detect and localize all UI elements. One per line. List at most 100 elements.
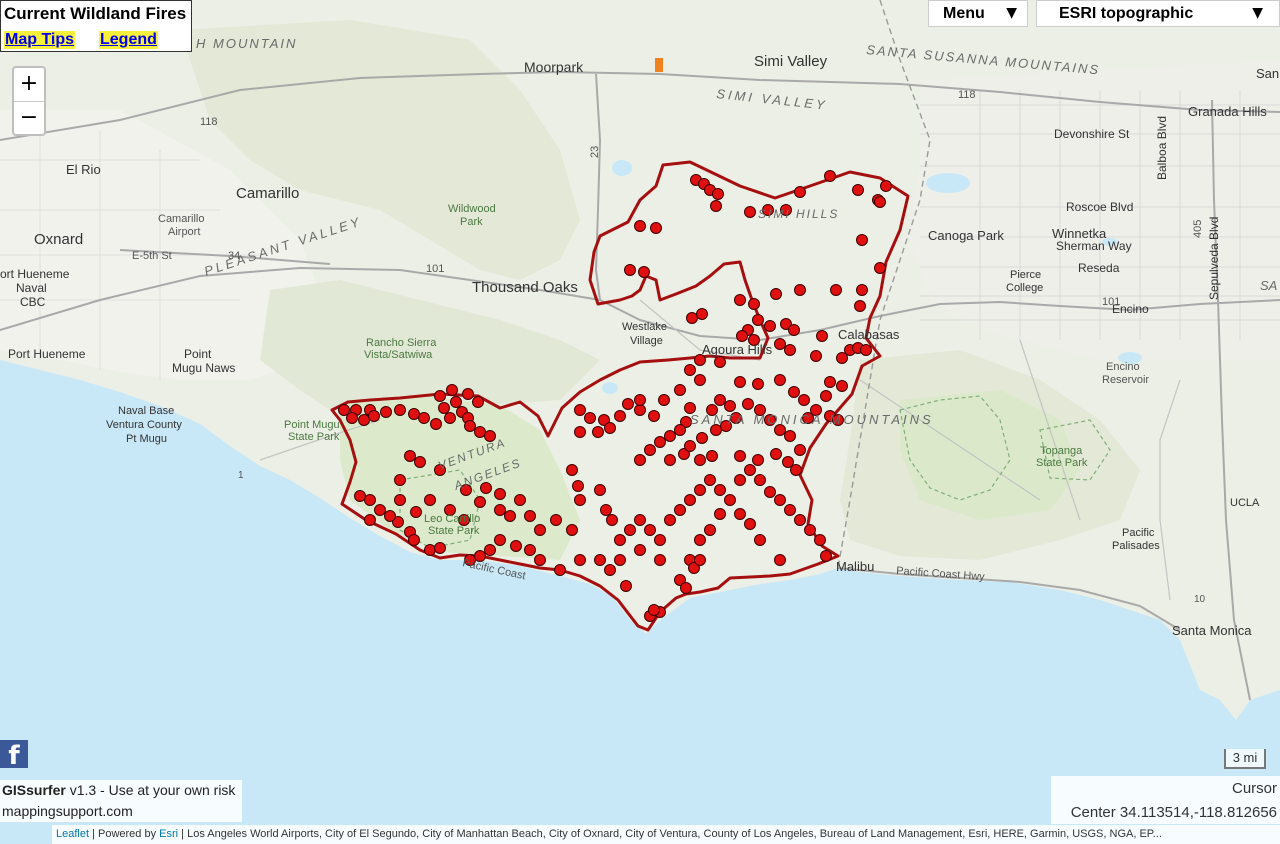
fire-point[interactable] [462,388,474,400]
fire-point[interactable] [820,390,832,402]
fire-point[interactable] [714,356,726,368]
fire-point[interactable] [770,448,782,460]
fire-point[interactable] [374,504,386,516]
fire-point[interactable] [574,554,586,566]
fire-point[interactable] [364,514,376,526]
fire-point[interactable] [464,420,476,432]
fire-point[interactable] [712,188,724,200]
fire-point[interactable] [554,564,566,576]
fire-point[interactable] [824,170,836,182]
fire-point[interactable] [394,494,406,506]
fire-point[interactable] [874,196,886,208]
fire-point[interactable] [744,464,756,476]
fire-point[interactable] [744,518,756,530]
fire-point[interactable] [706,450,718,462]
fire-point[interactable] [710,200,722,212]
fire-point[interactable] [634,394,646,406]
fire-point[interactable] [788,324,800,336]
fire-point[interactable] [624,524,636,536]
fire-point[interactable] [650,222,662,234]
fire-point[interactable] [634,220,646,232]
fire-point[interactable] [600,504,612,516]
fire-point[interactable] [684,440,696,452]
fire-point[interactable] [410,506,422,518]
fire-point[interactable] [472,396,484,408]
fire-point[interactable] [696,432,708,444]
fire-point[interactable] [790,464,802,476]
fire-point[interactable] [474,496,486,508]
fire-point[interactable] [694,454,706,466]
fire-point[interactable] [634,514,646,526]
fire-point[interactable] [854,300,866,312]
fire-point[interactable] [648,604,660,616]
fire-point[interactable] [444,412,456,424]
fire-point[interactable] [704,524,716,536]
fire-point[interactable] [574,494,586,506]
fire-point[interactable] [514,494,526,506]
fire-point[interactable] [658,394,670,406]
fire-point[interactable] [694,534,706,546]
fire-point[interactable] [434,542,446,554]
fire-point[interactable] [566,464,578,476]
fire-point[interactable] [674,504,686,516]
fire-point[interactable] [664,430,676,442]
fire-point[interactable] [584,412,596,424]
fire-point[interactable] [830,284,842,296]
fire-point[interactable] [836,380,848,392]
fire-point[interactable] [734,294,746,306]
fire-point[interactable] [592,426,604,438]
fire-point[interactable] [380,406,392,418]
fire-point[interactable] [874,262,886,274]
fire-point[interactable] [604,564,616,576]
fire-point[interactable] [764,320,776,332]
fire-point[interactable] [572,480,584,492]
fire-point[interactable] [364,494,376,506]
fire-point[interactable] [824,376,836,388]
fire-point[interactable] [724,400,736,412]
legend-link[interactable]: Legend [99,31,158,49]
fire-point[interactable] [424,544,436,556]
fire-point[interactable] [754,534,766,546]
basemap-select[interactable]: ESRI topographic ▼ [1036,0,1280,27]
fire-point[interactable] [684,364,696,376]
fire-point[interactable] [752,378,764,390]
fire-point[interactable] [614,554,626,566]
fire-point[interactable] [734,376,746,388]
fire-point[interactable] [696,308,708,320]
fire-point[interactable] [784,504,796,516]
fire-point[interactable] [648,410,660,422]
fire-point[interactable] [574,404,586,416]
fire-point[interactable] [594,484,606,496]
fire-point[interactable] [404,450,416,462]
fire-point[interactable] [494,488,506,500]
fire-point[interactable] [622,398,634,410]
leaflet-link[interactable]: Leaflet [56,828,89,840]
fire-point[interactable] [418,412,430,424]
fire-point[interactable] [408,534,420,546]
fire-point[interactable] [424,494,436,506]
fire-point[interactable] [770,288,782,300]
fire-point[interactable] [734,450,746,462]
fire-point[interactable] [674,424,686,436]
zoom-out-button[interactable]: − [14,102,44,135]
fire-point[interactable] [744,206,756,218]
fire-point[interactable] [784,430,796,442]
fire-point[interactable] [856,284,868,296]
fire-point[interactable] [664,514,676,526]
fire-point[interactable] [394,404,406,416]
fire-point[interactable] [414,456,426,468]
fire-point[interactable] [754,474,766,486]
fire-point[interactable] [734,474,746,486]
fire-point[interactable] [784,344,796,356]
fire-point[interactable] [654,534,666,546]
fire-point[interactable] [524,544,536,556]
fire-point[interactable] [816,330,828,342]
fire-point[interactable] [794,514,806,526]
fire-point[interactable] [480,482,492,494]
fire-point[interactable] [384,510,396,522]
fire-point[interactable] [604,422,616,434]
fire-point[interactable] [752,454,764,466]
fire-point[interactable] [434,390,446,402]
fire-point[interactable] [798,394,810,406]
fire-point[interactable] [620,580,632,592]
